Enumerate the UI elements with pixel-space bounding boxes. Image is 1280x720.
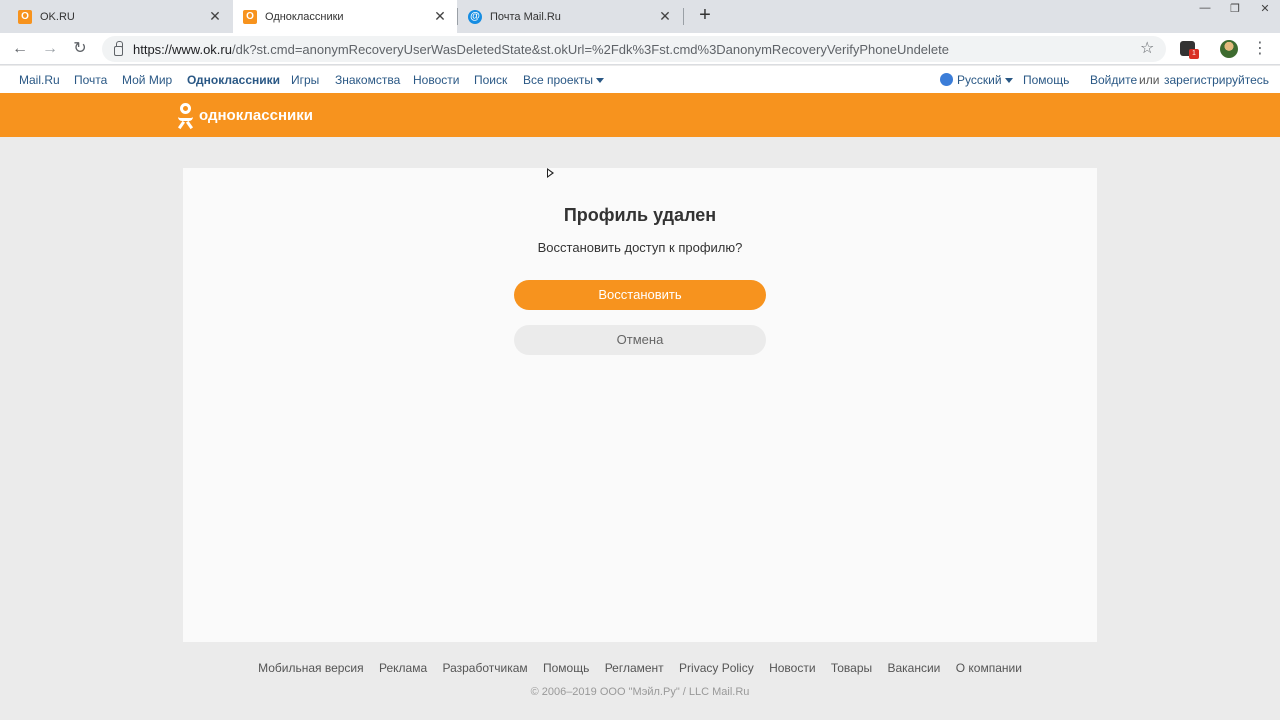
footer-link-ads[interactable]: Реклама (379, 661, 427, 675)
restore-icon[interactable]: ❐ (1220, 0, 1250, 16)
login-link[interactable]: Войдите (1090, 73, 1137, 87)
register-link[interactable]: зарегистрируйтесь (1164, 73, 1269, 87)
portal-link-moimir[interactable]: Мой Мир (122, 73, 172, 87)
language-selector[interactable]: Русский (940, 73, 1013, 87)
footer-link-privacy[interactable]: Privacy Policy (679, 661, 754, 675)
ok-favicon-icon: О (18, 9, 32, 24)
footer-links: Мобильная версия Реклама Разработчикам П… (0, 661, 1280, 675)
mailru-favicon-icon: @ (468, 9, 482, 24)
footer-link-jobs[interactable]: Вакансии (887, 661, 940, 675)
tab-separator (683, 8, 684, 25)
all-projects-label: Все проекты (523, 73, 594, 87)
all-projects-dropdown[interactable]: Все проекты (523, 73, 605, 87)
language-label: Русский (957, 73, 1002, 87)
tab-close-icon[interactable]: ✕ (658, 8, 672, 25)
portal-link-mailru[interactable]: Mail.Ru (19, 73, 60, 87)
tab-close-icon[interactable]: ✕ (433, 8, 447, 25)
profile-avatar[interactable] (1220, 40, 1238, 58)
footer-link-developers[interactable]: Разработчикам (442, 661, 527, 675)
cancel-button[interactable]: Отмена (514, 325, 766, 355)
copyright: © 2006–2019 ООО "Мэйл.Ру" / LLC Mail.Ru (530, 686, 750, 698)
address-bar[interactable]: https://www.ok.ru/dk?st.cmd=anonymRecove… (102, 36, 1166, 62)
chevron-down-icon (596, 78, 605, 84)
restore-button[interactable]: Восстановить (514, 280, 766, 310)
portal-link-novosti[interactable]: Новости (413, 73, 459, 87)
footer-link-news[interactable]: Новости (769, 661, 815, 675)
restore-question: Восстановить доступ к профилю? (537, 240, 743, 255)
window-controls: — ❐ ✕ (1190, 0, 1280, 16)
tab-okru[interactable]: О OK.RU ✕ (8, 0, 232, 33)
url-host: https://www.ok.ru (133, 41, 232, 57)
portal-link-pochta[interactable]: Почта (74, 73, 107, 87)
tab-close-icon[interactable]: ✕ (208, 8, 222, 25)
tab-odnoklassniki[interactable]: О Одноклассники ✕ (233, 0, 457, 33)
portal-link-igry[interactable]: Игры (291, 73, 319, 87)
new-tab-button[interactable]: + (694, 4, 716, 26)
or-text: или (1139, 73, 1160, 87)
portal-link-znakomstva[interactable]: Знакомства (335, 73, 400, 87)
footer-link-rules[interactable]: Регламент (605, 661, 664, 675)
tab-title: Одноклассники (265, 10, 344, 23)
footer-link-mobile[interactable]: Мобильная версия (258, 661, 364, 675)
reload-icon[interactable]: ↻ (69, 38, 91, 60)
portal-nav-bar: Mail.Ru Почта Мой Мир Одноклассники Игры… (0, 66, 1280, 93)
browser-toolbar: ← → ↻ https://www.ok.ru/dk?st.cmd=anonym… (0, 33, 1280, 65)
forward-arrow-icon[interactable]: → (39, 38, 61, 60)
ok-header: одноклассники (0, 93, 1280, 137)
portal-help-link[interactable]: Помощь (1023, 73, 1069, 87)
bookmark-star-icon[interactable]: ☆ (1140, 38, 1154, 58)
mouse-cursor-icon (547, 168, 554, 178)
page-title: Профиль удален (563, 205, 717, 225)
footer-link-about[interactable]: О компании (956, 661, 1022, 675)
footer-link-goods[interactable]: Товары (831, 661, 872, 675)
close-window-icon[interactable]: ✕ (1250, 0, 1280, 16)
browser-menu-icon[interactable]: ⋮ (1252, 39, 1268, 59)
footer-link-help[interactable]: Помощь (543, 661, 589, 675)
lock-icon (114, 40, 123, 56)
portal-link-poisk[interactable]: Поиск (474, 73, 507, 87)
ok-favicon-icon: О (243, 9, 257, 24)
globe-icon (940, 73, 953, 86)
ok-logo-icon (177, 102, 194, 130)
minimize-icon[interactable]: — (1190, 0, 1220, 16)
back-arrow-icon[interactable]: ← (9, 38, 31, 60)
ok-logo[interactable]: одноклассники (177, 102, 313, 130)
extension-badge: 1 (1189, 49, 1199, 59)
browser-tab-strip: О OK.RU ✕ О Одноклассники ✕ @ Почта Mail… (0, 0, 1280, 33)
url-path: /dk?st.cmd=anonymRecoveryUserWasDeletedS… (231, 41, 949, 57)
ok-logo-text: одноклассники (199, 107, 313, 124)
tab-title: Почта Mail.Ru (490, 10, 561, 23)
portal-link-odnoklassniki[interactable]: Одноклассники (187, 73, 280, 87)
tab-mailru[interactable]: @ Почта Mail.Ru ✕ (458, 0, 682, 33)
chevron-down-icon (1004, 78, 1013, 84)
tab-title: OK.RU (40, 10, 75, 23)
